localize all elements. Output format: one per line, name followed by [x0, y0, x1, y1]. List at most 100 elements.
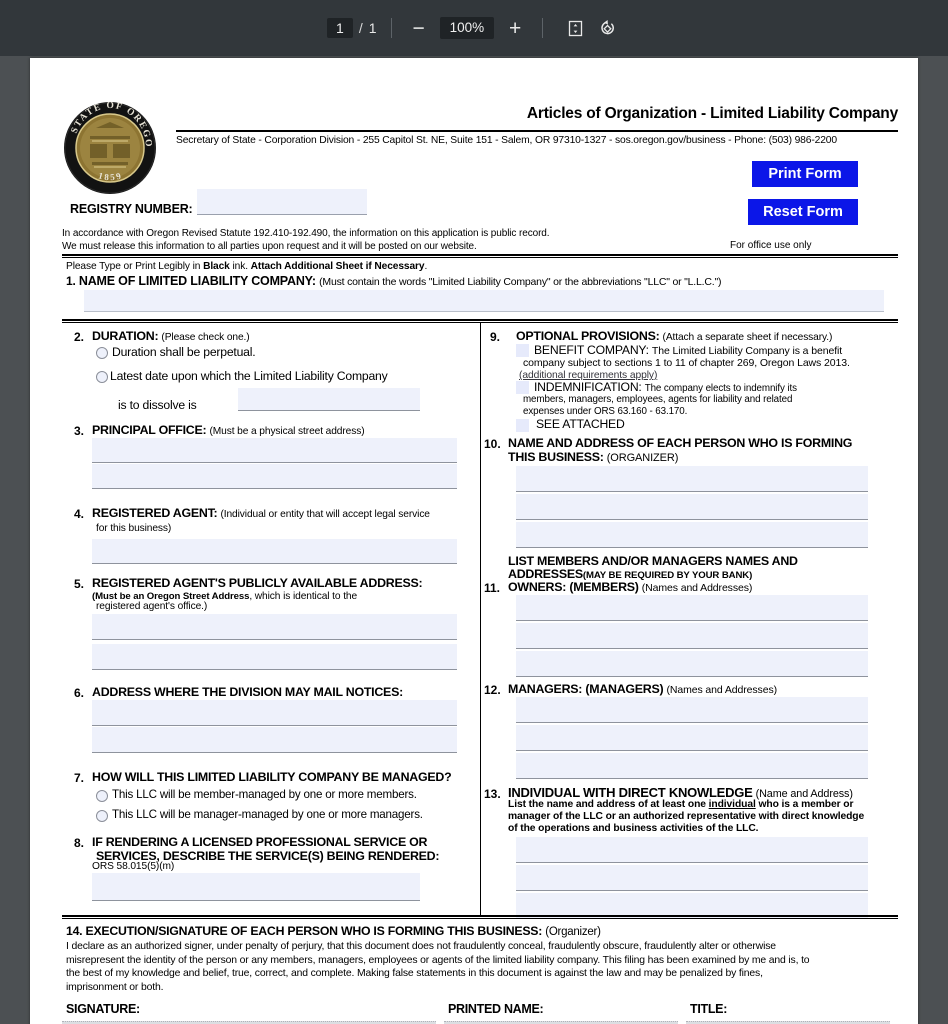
registry-number-label: REGISTRY NUMBER: — [70, 202, 193, 216]
q10-label-line-2: THIS BUSINESS: — [508, 450, 604, 464]
printed-name-label: PRINTED NAME: — [448, 1002, 544, 1016]
q1-number: 1. — [66, 274, 76, 288]
q10-organizer-line-3-input[interactable] — [516, 522, 868, 548]
q13-desc-individual: individual — [708, 799, 756, 810]
registry-number-input[interactable] — [197, 189, 367, 215]
toolbar-divider-1 — [390, 18, 392, 38]
q9-see-attached-label: SEE ATTACHED — [536, 417, 625, 431]
q2-radio-latest-date[interactable] — [96, 371, 108, 383]
q10-label-line-1: NAME AND ADDRESS OF EACH PERSON WHO IS F… — [508, 436, 853, 450]
q13-desc-1a: List the name and address of at least on… — [508, 799, 709, 810]
q2-note: (Please check one.) — [161, 332, 250, 343]
q12-label: MANAGERS: (MANAGERS) — [508, 682, 664, 696]
question-1-header: 1. NAME OF LIMITED LIABILITY COMPANY: (M… — [66, 274, 722, 288]
oregon-state-seal-icon: STATE OF OREGON 1859 — [62, 100, 158, 196]
q9-benefit-label: BENEFIT COMPANY: — [534, 343, 649, 357]
q9-header: OPTIONAL PROVISIONS: (Attach a separate … — [516, 329, 832, 343]
fit-page-icon[interactable] — [561, 15, 589, 41]
page-total-label: 1 — [368, 20, 377, 36]
q12-manager-line-1-input[interactable] — [516, 697, 868, 723]
q3-note: (Must be a physical street address) — [209, 426, 365, 437]
q5-note-rest: , which is identical to the — [249, 591, 358, 602]
q7-number: 7. — [74, 771, 85, 785]
q9-label: OPTIONAL PROVISIONS: — [516, 329, 660, 343]
q9-indemnification-text-3: expenses under ORS 63.160 - 63.170. — [523, 406, 688, 417]
q9-number: 9. — [490, 330, 501, 344]
reset-form-button[interactable]: Reset Form — [748, 199, 858, 225]
q7-option-2-label: This LLC will be manager-managed by one … — [112, 808, 423, 821]
q10-label-row-2: THIS BUSINESS: (ORGANIZER) — [508, 450, 678, 464]
q11-header: OWNERS: (MEMBERS) (Names and Addresses) — [508, 580, 752, 594]
pdf-toolbar: 1 / 1 − 100% + — [0, 0, 948, 56]
q4-agent-name-input[interactable] — [92, 539, 457, 564]
zoom-out-button[interactable]: − — [406, 15, 432, 41]
q8-services-input[interactable] — [92, 873, 420, 901]
column-divider — [480, 323, 481, 915]
pdf-page-area[interactable]: STATE OF OREGON 1859 Articles of Organiz… — [0, 56, 948, 1024]
q13-header: INDIVIDUAL WITH DIRECT KNOWLEDGE (Name a… — [508, 785, 853, 800]
q7-radio-manager-managed[interactable] — [96, 810, 108, 822]
q10-organizer-line-2-input[interactable] — [516, 494, 868, 520]
members-list-note-addresses: ADDRESSES — [508, 567, 583, 581]
notice-line-2: We must release this information to all … — [62, 240, 477, 252]
zoom-in-button[interactable]: + — [502, 15, 528, 41]
q13-desc-1b: who is a member or — [755, 799, 854, 810]
q12-note: (Names and Addresses) — [666, 684, 777, 696]
q11-owner-line-3-input[interactable] — [516, 651, 868, 677]
q12-number: 12. — [484, 683, 501, 697]
q9-benefit-text-2: company subject to sections 1 to 11 of c… — [523, 357, 850, 369]
q9-indemnification-text-2: members, managers, employees, agents for… — [523, 394, 793, 405]
q12-manager-line-3-input[interactable] — [516, 753, 868, 779]
q11-label: OWNERS: (MEMBERS) — [508, 580, 639, 594]
declaration-line-3: the best of my knowledge and belief, tru… — [66, 968, 763, 980]
q7-label: HOW WILL THIS LIMITED LIABILITY COMPANY … — [92, 770, 452, 784]
q13-desc-line-3: of the operations and business activitie… — [508, 823, 759, 834]
agency-address-line: Secretary of State - Corporation Divisio… — [176, 135, 837, 146]
q2-dissolve-date-input[interactable] — [238, 388, 420, 411]
pdf-page-1: STATE OF OREGON 1859 Articles of Organiz… — [30, 58, 918, 1024]
q8-number: 8. — [74, 836, 85, 850]
members-list-note-line-2: ADDRESSES(MAY BE REQUIRED BY YOUR BANK) — [508, 567, 752, 581]
q13-individual-line-2-input[interactable] — [516, 865, 868, 891]
q5-address-line-2-input[interactable] — [92, 644, 457, 670]
type-legibly-part3: . — [424, 261, 428, 272]
q11-note: (Names and Addresses) — [641, 582, 753, 594]
q1-note: (Must contain the words "Limited Liabili… — [319, 276, 722, 288]
q1-company-name-input[interactable] — [84, 290, 884, 312]
q6-address-line-2-input[interactable] — [92, 727, 457, 753]
q13-individual-line-1-input[interactable] — [516, 837, 868, 863]
header-rule — [176, 130, 898, 132]
q11-owner-line-1-input[interactable] — [516, 595, 868, 621]
q9-checkbox-see-attached[interactable] — [516, 419, 529, 432]
q11-owner-line-2-input[interactable] — [516, 623, 868, 649]
q9-benefit-text: The Limited Liability Company is a benef… — [651, 345, 843, 357]
print-form-button[interactable]: Print Form — [752, 161, 858, 187]
q13-number: 13. — [484, 787, 501, 801]
q5-address-line-1-input[interactable] — [92, 614, 457, 640]
q11-number: 11. — [484, 581, 501, 595]
q9-indemnification-row: INDEMNIFICATION: The company elects to i… — [534, 380, 797, 394]
page-number-input[interactable]: 1 — [326, 18, 353, 38]
q4-note: (Individual or entity that will accept l… — [220, 509, 430, 520]
q9-note: (Attach a separate sheet if necessary.) — [662, 332, 833, 343]
q3-address-line-2-input[interactable] — [92, 464, 457, 489]
question-14-header: 14. EXECUTION/SIGNATURE OF EACH PERSON W… — [66, 924, 601, 938]
zoom-group: − 100% + — [406, 15, 529, 41]
q14-label: EXECUTION/SIGNATURE OF EACH PERSON WHO I… — [85, 924, 543, 938]
q9-indemnification-text: The company elects to indemnify its — [644, 383, 797, 394]
q3-address-line-1-input[interactable] — [92, 438, 457, 463]
signature-label: SIGNATURE: — [66, 1002, 140, 1016]
declaration-line-1: I declare as an authorized signer, under… — [66, 941, 776, 952]
q9-checkbox-indemnification[interactable] — [516, 381, 529, 394]
q4-note-2: for this business) — [96, 523, 172, 534]
q7-radio-member-managed[interactable] — [96, 790, 108, 802]
q10-note: (ORGANIZER) — [606, 452, 679, 464]
rotate-icon[interactable] — [593, 15, 621, 41]
q9-checkbox-benefit-company[interactable] — [516, 344, 529, 357]
q2-radio-perpetual[interactable] — [96, 347, 108, 359]
q12-manager-line-2-input[interactable] — [516, 725, 868, 751]
q6-address-line-1-input[interactable] — [92, 700, 457, 726]
zoom-level-input[interactable]: 100% — [439, 17, 495, 39]
q10-organizer-line-1-input[interactable] — [516, 466, 868, 492]
page-navigation-group: 1 / 1 — [326, 18, 377, 38]
